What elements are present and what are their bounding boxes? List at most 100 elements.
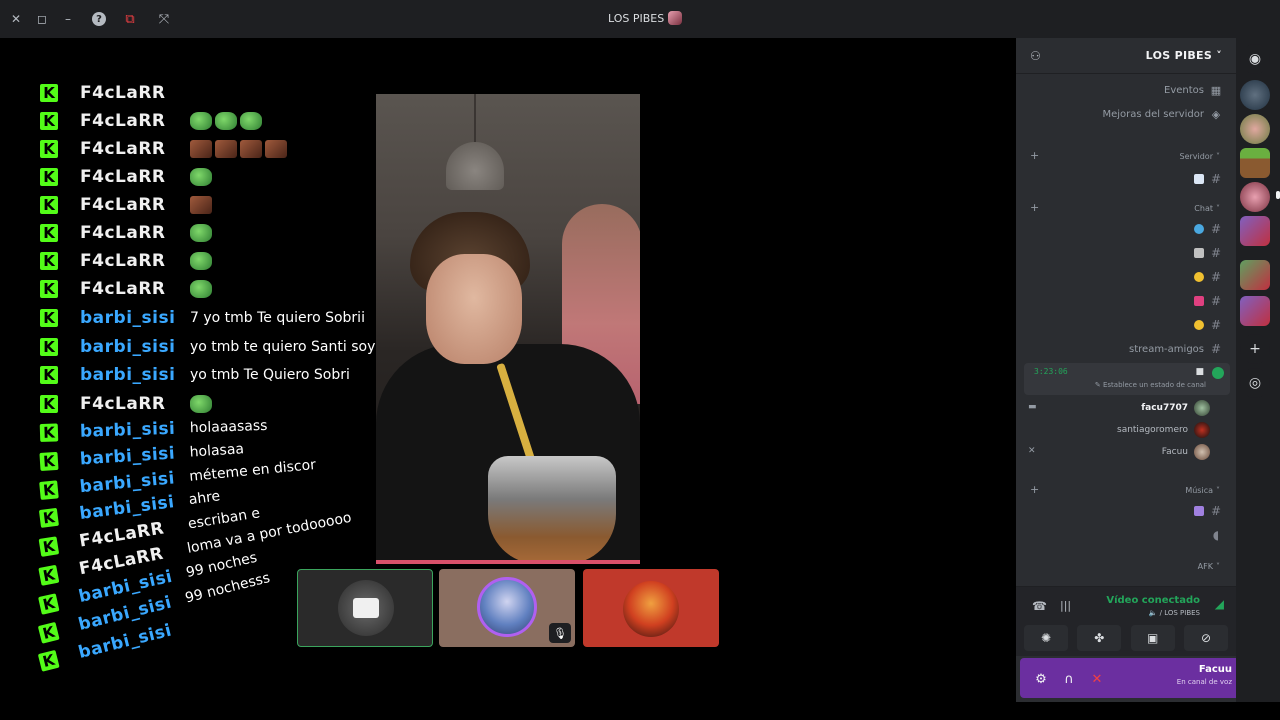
chat-username: F4cLaRR	[80, 139, 166, 159]
participant-tile-red[interactable]	[583, 569, 719, 647]
user-panel: ⚙ ∩ ✕ Facuu En canal de voz	[1020, 658, 1270, 698]
chat-message-text: holasaa	[189, 440, 245, 461]
chat-message: holaaasass	[190, 418, 268, 436]
chat-message-text: ahre	[187, 488, 222, 509]
activities-icon[interactable]: ✤	[1077, 625, 1122, 651]
minimize-window-icon[interactable]: –	[58, 9, 78, 29]
channel-chat-5[interactable]: #	[1194, 318, 1222, 332]
avatar	[1194, 444, 1210, 460]
boost-icon: ◈	[1211, 107, 1221, 121]
server-name-text: LOS PIBES	[1145, 49, 1213, 62]
kick-icon: K	[40, 280, 58, 298]
screen-share-icon[interactable]: ▣	[1130, 625, 1175, 651]
face-emote-icon	[190, 196, 212, 214]
kick-icon: K	[40, 252, 58, 270]
guild-icon[interactable]	[1240, 80, 1270, 110]
channel-stream-amigos[interactable]: stream-amigos #	[1129, 342, 1222, 356]
chat-username: F4cLaRR	[80, 251, 166, 271]
add-channel-icon[interactable]: +	[1030, 149, 1039, 162]
guild-folder-icon[interactable]	[1240, 260, 1270, 290]
pepe-emote-icon	[190, 168, 212, 186]
guild-icon[interactable]	[1240, 114, 1270, 144]
channel-status-hint[interactable]: ✎ Establece un estado de canal	[1095, 381, 1206, 389]
server-name[interactable]: LOS PIBES ˅	[1146, 49, 1222, 62]
chevron-down-icon: ˅	[1216, 486, 1220, 495]
pepe-emote-icon	[190, 112, 212, 130]
kick-icon: K	[39, 423, 59, 442]
category-musica[interactable]: Música ˅	[1185, 486, 1220, 495]
discord-home-icon[interactable]: ◉	[1240, 44, 1270, 74]
chat-message	[190, 252, 215, 270]
chat-message	[190, 140, 290, 158]
help-icon[interactable]: ?	[92, 12, 106, 26]
category-afk[interactable]: AFK ˅	[1198, 562, 1220, 571]
rtc-status[interactable]: Vídeo conectado	[1106, 595, 1200, 606]
title-bar: ✕ ◻ – ? ⧉ ⤧ LOS PIBES	[0, 0, 1280, 38]
channel-chat-4[interactable]: #	[1194, 294, 1222, 308]
category-chat[interactable]: Chat ˅	[1194, 204, 1220, 213]
active-voice-channel[interactable]: 3:23:06 ■ ✎ Establece un estado de canal	[1024, 363, 1230, 395]
chat-message	[190, 168, 215, 186]
mic-muted-icon: ✕	[1028, 446, 1036, 456]
add-channel-icon[interactable]: +	[1030, 483, 1039, 496]
inbox-icon[interactable]: ⧉	[120, 9, 140, 29]
chat-username: barbi_sisi	[80, 336, 176, 357]
guild-icon[interactable]	[1240, 182, 1270, 212]
add-channel-icon[interactable]: +	[1030, 201, 1039, 214]
window-controls: ✕ ◻ –	[6, 9, 78, 29]
channel-chat-3[interactable]: #	[1194, 270, 1222, 284]
chat-line: K F4cLaRR	[40, 164, 215, 190]
maximize-window-icon[interactable]: ◻	[32, 9, 52, 29]
hash-icon: #	[1210, 342, 1222, 356]
headphones-icon[interactable]: ∩	[1058, 668, 1080, 690]
kick-icon: K	[40, 395, 58, 414]
category-servidor[interactable]: Servidor ˅	[1179, 152, 1220, 161]
add-server-icon[interactable]: +	[1240, 334, 1270, 364]
face-emote-icon	[240, 140, 262, 158]
main-video[interactable]	[376, 94, 640, 564]
category-label: Servidor	[1179, 152, 1213, 161]
channel-label: stream-amigos	[1129, 343, 1204, 355]
close-window-icon[interactable]: ✕	[6, 9, 26, 29]
mic-muted-icon[interactable]: ✕	[1086, 668, 1108, 690]
channel-chat-2[interactable]: #	[1194, 246, 1222, 260]
bottom-bar	[0, 702, 1280, 720]
channel-servidor-1[interactable]: #	[1194, 172, 1222, 186]
chat-message	[190, 112, 265, 130]
settings-gear-icon[interactable]: ⚙	[1030, 668, 1052, 690]
invite-icon[interactable]: ⚇	[1030, 49, 1041, 63]
boosts-item[interactable]: Mejoras del servidor ◈	[1102, 107, 1222, 121]
events-label: Eventos	[1164, 84, 1204, 96]
pin-icon[interactable]: ⤧	[154, 9, 174, 29]
user-name[interactable]: Facuu	[1199, 664, 1232, 675]
guild-icon[interactable]	[1240, 148, 1270, 178]
channel-chat-1[interactable]: #	[1194, 222, 1222, 236]
voice-user-3[interactable]: Facuu	[1162, 444, 1210, 460]
voice-user-2[interactable]: santiagoromero	[1117, 422, 1210, 438]
participant-tile-avatar[interactable]: 🎙	[439, 569, 575, 647]
chevron-down-icon: ˅	[1216, 562, 1220, 571]
discover-icon[interactable]: ◎	[1240, 368, 1270, 398]
channel-status-text: Establece un estado de canal	[1102, 381, 1206, 389]
hash-icon: #	[1210, 222, 1222, 236]
chat-username: barbi_sisi	[80, 307, 176, 328]
soundboard-icon[interactable]: ✺	[1024, 625, 1068, 651]
events-item[interactable]: Eventos ▦	[1164, 84, 1222, 97]
disconnect-icon[interactable]: ☎	[1032, 599, 1047, 613]
voice-user-1[interactable]: facu7707	[1141, 400, 1210, 416]
kick-icon: K	[37, 650, 60, 673]
channel-musica-2[interactable]: ◖	[1210, 528, 1222, 542]
kick-icon: K	[38, 508, 59, 529]
video-off-icon[interactable]: ⊘	[1183, 625, 1228, 651]
noise-suppression-icon[interactable]: |||	[1060, 599, 1071, 612]
channel-musica-1[interactable]: #	[1194, 504, 1222, 518]
chat-message-text: yo tmb Te Quiero Sobri	[190, 367, 350, 384]
guild-folder-icon[interactable]	[1240, 216, 1270, 246]
chat-username: F4cLaRR	[80, 83, 166, 103]
chat-message: ahre	[188, 489, 221, 509]
participant-tile-camera[interactable]	[297, 569, 433, 647]
guild-folder-icon[interactable]	[1240, 296, 1270, 326]
server-header[interactable]: ⚇ LOS PIBES ˅	[1016, 38, 1236, 74]
signal-icon[interactable]: ◢	[1215, 597, 1224, 611]
hash-icon: #	[1210, 318, 1222, 332]
